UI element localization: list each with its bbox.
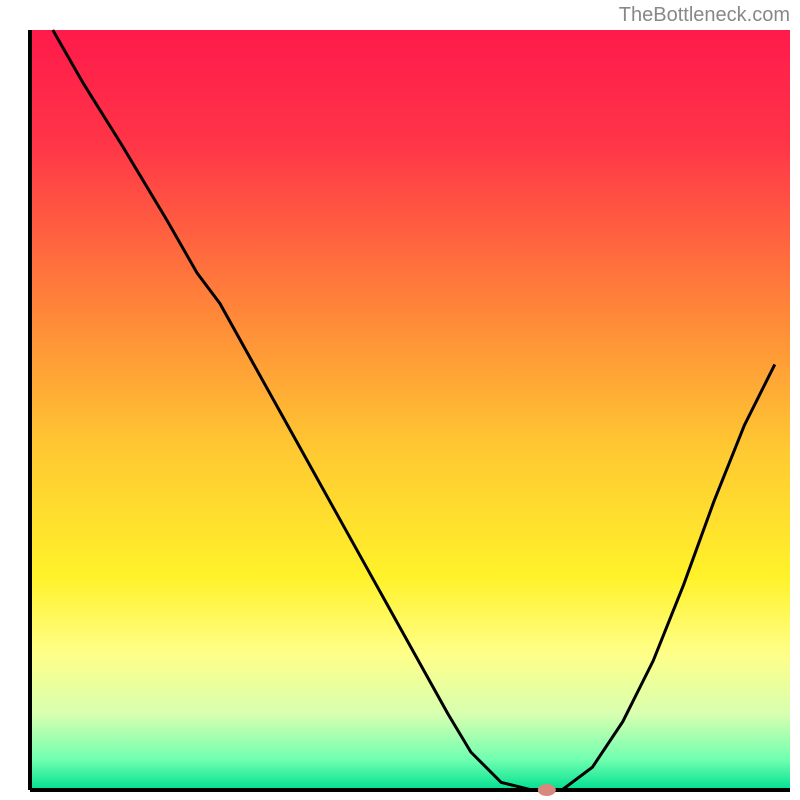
watermark-text: TheBottleneck.com [619, 4, 790, 27]
bottleneck-chart [0, 0, 800, 800]
chart-container: { "watermark": "TheBottleneck.com", "cha… [0, 0, 800, 800]
